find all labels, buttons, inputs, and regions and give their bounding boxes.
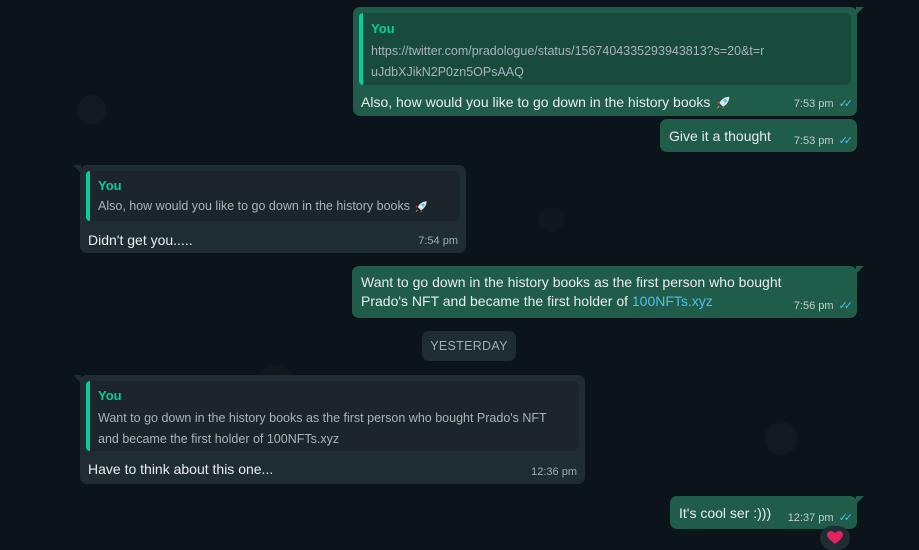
message-meta: 7:54 pm: [418, 235, 458, 247]
message-meta: 7:53 pm ✓✓: [793, 97, 854, 111]
message-bubble-outgoing[interactable]: It's cool ser :))) 12:37 pm ✓✓: [670, 496, 864, 529]
read-ticks-icon: ✓✓: [838, 512, 854, 524]
message-time: 12:36 pm: [531, 466, 577, 478]
message-time: 12:37 pm: [787, 511, 834, 524]
quote-author: You: [98, 178, 122, 193]
message-bubble-incoming[interactable]: You Want to go down in the history books…: [73, 375, 585, 484]
rocket-icon: [717, 96, 730, 110]
message-text-content: Also, how would you like to go down in t…: [361, 94, 711, 110]
quote-text: Want to go down in the history books as …: [98, 411, 547, 446]
message-meta: 12:36 pm: [531, 466, 577, 478]
rocket-icon: [415, 201, 428, 213]
heart-reaction[interactable]: [820, 526, 850, 550]
date-divider: YESTERDAY: [422, 331, 516, 361]
heart-icon: [827, 531, 843, 544]
quoted-message[interactable]: You Also, how would you like to go down …: [86, 171, 460, 221]
quote-author: You: [98, 388, 122, 403]
quote-text-content: Also, how would you like to go down in t…: [98, 199, 410, 213]
quote-text: https://twitter.com/pradologue/status/15…: [371, 44, 765, 79]
message-text: Want to go down in the history books as …: [361, 273, 811, 311]
message-bubble-outgoing[interactable]: Give it a thought 7:53 pm ✓✓: [660, 119, 857, 152]
read-ticks-icon: ✓✓: [838, 300, 854, 312]
message-text-content: Want to go down in the history books as …: [361, 274, 782, 309]
read-ticks-icon: ✓✓: [838, 98, 854, 110]
quote-text: Also, how would you like to go down in t…: [98, 198, 450, 215]
message-time: 7:54 pm: [418, 235, 458, 247]
message-text: Didn't get you.....: [88, 232, 193, 248]
bubble-tail: [856, 7, 864, 15]
message-time: 7:53 pm: [793, 97, 834, 110]
quoted-message[interactable]: You https://twitter.com/pradologue/statu…: [359, 13, 851, 85]
message-bubble-outgoing[interactable]: You https://twitter.com/pradologue/statu…: [353, 7, 864, 116]
message-meta: 7:53 pm ✓✓: [793, 134, 854, 148]
message-link[interactable]: 100NFTs.xyz: [632, 293, 713, 309]
quoted-message[interactable]: You Want to go down in the history books…: [86, 381, 579, 451]
quote-author: You: [371, 21, 395, 36]
message-text: Have to think about this one...: [88, 461, 274, 477]
message-time: 7:53 pm: [793, 134, 834, 147]
bubble-tail: [856, 496, 864, 504]
message-meta: 12:37 pm ✓✓: [787, 511, 854, 525]
bubble-tail: [73, 165, 81, 173]
message-bubble-incoming[interactable]: You Also, how would you like to go down …: [73, 165, 466, 253]
message-time: 7:56 pm: [793, 299, 834, 312]
message-meta: 7:56 pm ✓✓: [793, 299, 854, 313]
bubble-tail: [73, 375, 81, 383]
message-bubble-outgoing[interactable]: Want to go down in the history books as …: [352, 266, 864, 318]
message-text: Also, how would you like to go down in t…: [359, 85, 851, 112]
read-ticks-icon: ✓✓: [838, 135, 854, 147]
bubble-tail: [856, 266, 864, 274]
